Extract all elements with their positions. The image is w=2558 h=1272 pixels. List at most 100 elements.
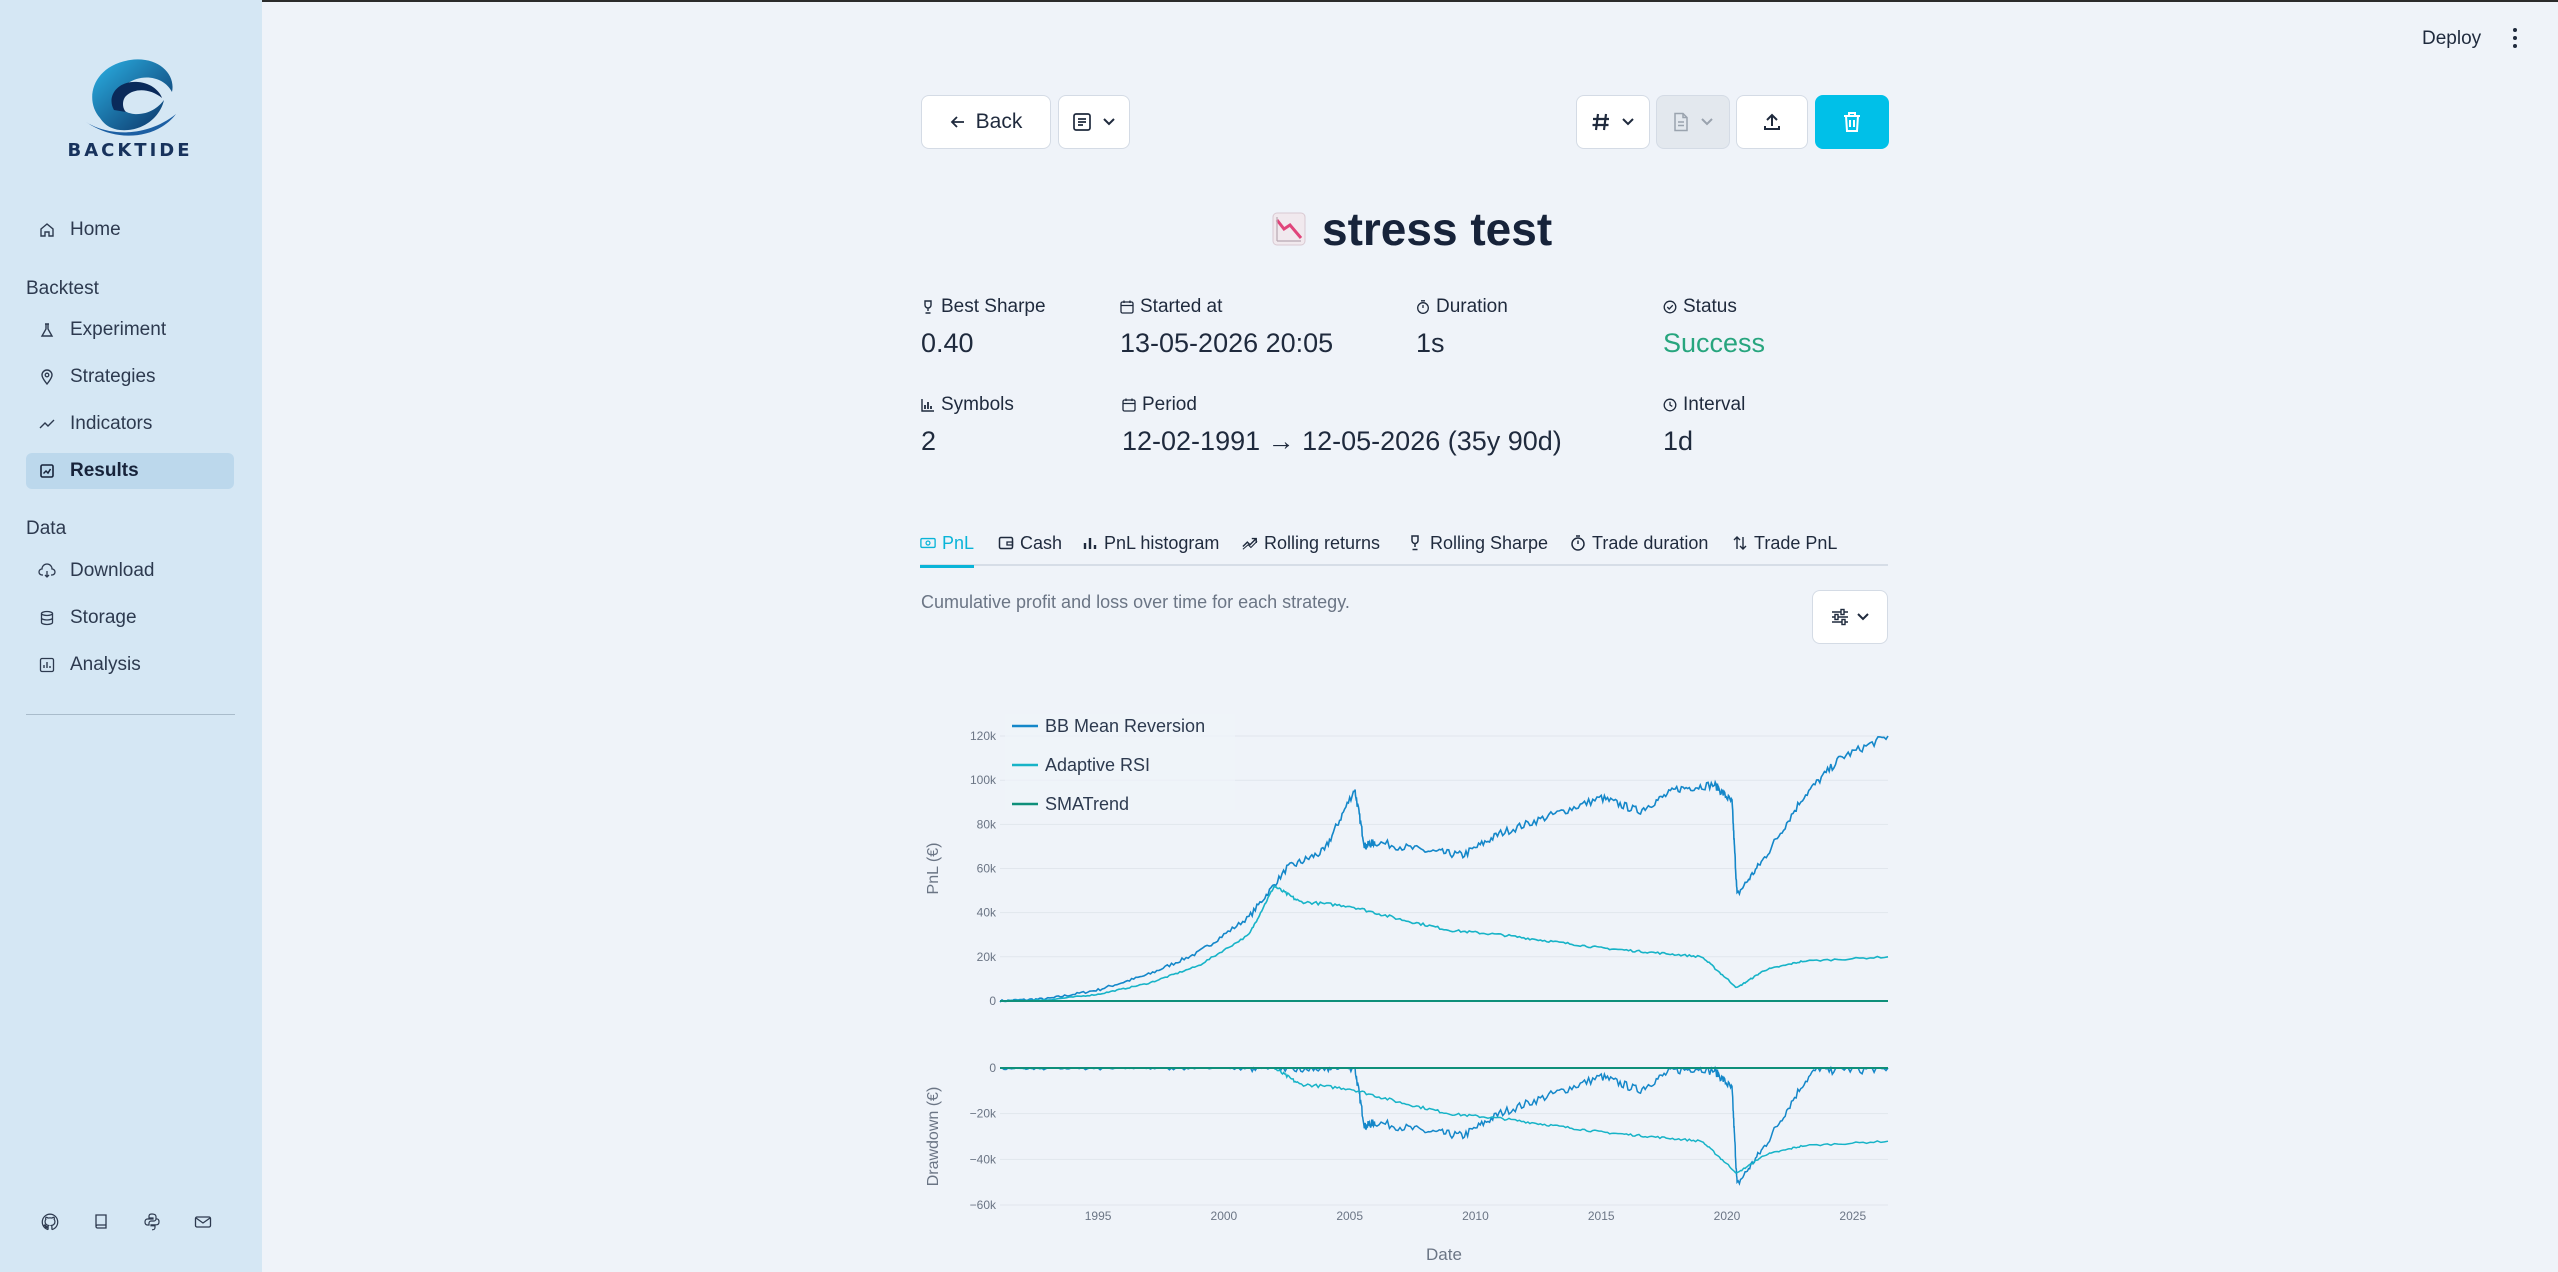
y-tick-label: −60k <box>970 1198 997 1212</box>
trash-icon <box>1842 111 1862 133</box>
book-icon[interactable] <box>91 1212 111 1232</box>
back-button[interactable]: Back <box>921 95 1051 149</box>
tab-label: Rolling returns <box>1264 532 1381 553</box>
pnl-chart[interactable]: 0 20k 40k 60k 80k 100k 120k 0 −20k −40k −60k 1995 20… <box>920 700 1890 1272</box>
tab-trade-duration[interactable]: Trade duration <box>1570 520 1708 566</box>
metric-symbols: Symbols 2 <box>921 394 1014 457</box>
brand-logo[interactable]: BACKTIDE <box>60 52 200 162</box>
y-tick-label: 100k <box>970 773 997 787</box>
x-tick-label: 2000 <box>1211 1209 1238 1223</box>
main-menu-icon[interactable] <box>2503 26 2527 50</box>
upload-button[interactable] <box>1736 95 1808 149</box>
y-tick-label: 120k <box>970 729 997 743</box>
metric-label: Period <box>1142 394 1197 415</box>
y-tick-label: 0 <box>989 994 996 1008</box>
series-bottom <box>1000 1065 1889 1186</box>
timer-icon <box>1570 535 1586 551</box>
file-select-button[interactable] <box>1656 95 1730 149</box>
trophy-icon <box>1408 535 1424 551</box>
metric-value: 13-05-2026 20:05 <box>1120 328 1334 358</box>
bar-chart-icon <box>921 398 935 412</box>
metric-period: Period 12-02-1991 → 12-05-2026 (35y 90d) <box>1122 394 1562 457</box>
drawdown-line-1 <box>1000 1067 1889 1174</box>
y-tick-label: −20k <box>970 1107 997 1121</box>
bar-chart-icon <box>38 656 56 674</box>
y-axis-label: PnL (€) <box>925 843 942 895</box>
mail-icon[interactable] <box>193 1212 213 1232</box>
metric-label: Duration <box>1436 296 1508 317</box>
github-icon[interactable] <box>40 1212 60 1232</box>
calendar-icon <box>1122 398 1136 412</box>
sidebar-item-download[interactable]: Download <box>26 553 234 589</box>
arrows-swap-icon <box>1732 535 1748 551</box>
chevron-down-icon <box>1856 612 1870 622</box>
sidebar-item-label: Home <box>70 219 121 240</box>
chart-decreasing-icon <box>1272 212 1306 246</box>
trend-line-icon <box>38 415 56 433</box>
y-tick-label: −40k <box>970 1152 997 1166</box>
trending-up-icon <box>1242 535 1258 551</box>
tab-label: Rolling Sharpe <box>1430 532 1549 553</box>
python-icon[interactable] <box>142 1212 162 1232</box>
legend-label: SMATrend <box>1045 794 1129 814</box>
chevron-down-icon <box>1102 117 1116 127</box>
sidebar: BACKTIDE Home Backtest Experiment Strate… <box>0 0 262 1272</box>
metric-best-sharpe: Best Sharpe 0.40 <box>921 296 1046 359</box>
metric-value: 1s <box>1416 328 1445 358</box>
metric-status: Status Success <box>1663 296 1765 359</box>
money-icon <box>920 535 936 551</box>
metric-interval: Interval 1d <box>1663 394 1745 457</box>
tab-label: PnL histogram <box>1104 532 1220 553</box>
tab-rolling-returns[interactable]: Rolling returns <box>1242 520 1380 566</box>
chart-options-button[interactable] <box>1812 590 1888 644</box>
calendar-icon <box>1120 300 1134 314</box>
sidebar-item-label: Results <box>70 460 139 481</box>
metric-duration: Duration 1s <box>1416 296 1508 359</box>
status-badge: Success <box>1663 328 1766 358</box>
x-tick-label: 1995 <box>1085 1209 1112 1223</box>
sidebar-item-indicators[interactable]: Indicators <box>26 406 234 442</box>
metric-value: 0.40 <box>921 328 974 358</box>
y-tick-label: 40k <box>977 906 997 920</box>
tab-pnl-histogram[interactable]: PnL histogram <box>1082 520 1219 566</box>
sidebar-item-analysis[interactable]: Analysis <box>26 647 234 683</box>
y-tick-label: 20k <box>977 950 997 964</box>
histogram-icon <box>1082 535 1098 551</box>
metric-label: Symbols <box>941 394 1014 415</box>
sidebar-item-label: Download <box>70 560 155 581</box>
chart-caption: Cumulative profit and loss over time for… <box>921 592 1350 612</box>
tab-cash[interactable]: Cash <box>998 520 1062 566</box>
trophy-icon <box>921 300 935 314</box>
x-tick-label: 2015 <box>1588 1209 1615 1223</box>
sidebar-item-home[interactable]: Home <box>26 212 234 248</box>
tab-label: Cash <box>1020 532 1063 553</box>
tab-pnl[interactable]: PnL <box>920 520 975 568</box>
view-select-button[interactable] <box>1058 95 1130 149</box>
sidebar-item-results[interactable]: Results <box>26 453 234 489</box>
database-icon <box>38 609 56 627</box>
upload-icon <box>1762 112 1782 132</box>
sidebar-section-data: Data <box>26 518 67 539</box>
sidebar-item-strategies[interactable]: Strategies <box>26 359 234 395</box>
chart-legend[interactable]: BB Mean Reversion Adaptive RSI SMATrend <box>1005 714 1235 814</box>
legend-label: BB Mean Reversion <box>1045 716 1205 736</box>
deploy-button[interactable]: Deploy <box>2422 28 2481 50</box>
sidebar-item-label: Experiment <box>70 319 167 340</box>
metric-label: Status <box>1683 296 1737 317</box>
tab-trade-pnl[interactable]: Trade PnL <box>1732 520 1837 566</box>
pnl-chart-svg[interactable]: 0 20k 40k 60k 80k 100k 120k 0 −20k −40k −60k 1995 20… <box>920 700 1890 1272</box>
wave-logo-icon <box>86 59 176 136</box>
sidebar-item-storage[interactable]: Storage <box>26 600 234 636</box>
metric-value: 2 <box>921 426 937 456</box>
metric-value: 12-02-1991 → 12-05-2026 (35y 90d) <box>1122 426 1562 456</box>
sidebar-divider <box>26 714 235 715</box>
tab-label: Trade PnL <box>1754 532 1838 553</box>
hash-select-button[interactable] <box>1576 95 1650 149</box>
wallet-icon <box>998 535 1014 551</box>
sidebar-item-experiment[interactable]: Experiment <box>26 312 234 348</box>
tab-rolling-sharpe[interactable]: Rolling Sharpe <box>1408 520 1548 566</box>
y-tick-label: 0 <box>989 1061 996 1075</box>
home-icon <box>38 221 56 239</box>
sidebar-item-label: Analysis <box>70 654 141 675</box>
delete-button[interactable] <box>1815 95 1889 149</box>
